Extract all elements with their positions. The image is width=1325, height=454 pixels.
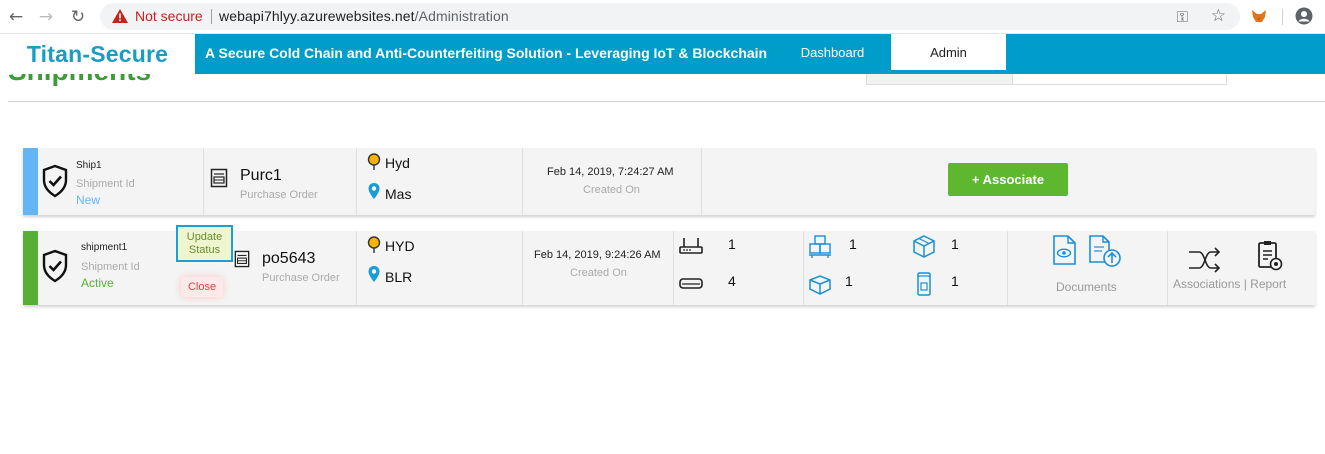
forward-arrow-icon[interactable]: → [35, 6, 57, 28]
status-badge: New [76, 193, 101, 207]
brand-logo[interactable]: Titan-Secure [0, 34, 195, 74]
profile-avatar-icon[interactable] [1295, 7, 1313, 25]
header-bar: A Secure Cold Chain and Anti-Counterfeit… [195, 34, 1325, 74]
report-icon[interactable] [1256, 240, 1284, 272]
tab-admin[interactable]: Admin [891, 34, 1006, 72]
url-text[interactable]: webapi7hlyy.azurewebsites.net/Administra… [219, 8, 509, 24]
device-count: 1 [951, 236, 959, 252]
cell-divider [522, 148, 523, 215]
package-open-icon [809, 275, 831, 295]
bookmark-star-icon[interactable]: ☆ [1211, 6, 1226, 26]
cell-divider [803, 231, 804, 305]
cell-divider [356, 148, 357, 215]
purchase-order-icon [210, 168, 228, 188]
associations-icon[interactable] [1187, 247, 1221, 273]
url-path: /Administration [414, 8, 509, 24]
shield-check-icon [42, 249, 68, 283]
shipment-card[interactable]: shipment1 Shipment Id Active Update Statu… [23, 225, 1315, 305]
destination-pin-icon [368, 266, 380, 282]
purchase-order-icon [234, 250, 250, 268]
shield-check-icon [42, 164, 68, 198]
destination-pin-icon [368, 183, 380, 199]
sensor-box-icon [679, 278, 703, 289]
shipment-card[interactable]: Ship1 Shipment Id New Purc1 Purchase Ord… [23, 148, 1315, 215]
back-arrow-icon[interactable]: ← [5, 6, 27, 28]
update-status-label: Update Status [187, 231, 222, 257]
title-divider [8, 101, 1325, 102]
created-date: Feb 14, 2019, 7:24:27 AM [547, 166, 674, 178]
upload-document-icon[interactable] [1087, 234, 1123, 268]
shipment-id-label: Shipment Id [76, 178, 135, 190]
shipment-name[interactable]: shipment1 [81, 242, 127, 253]
documents-label[interactable]: Documents [1056, 280, 1117, 294]
cell-divider [203, 148, 204, 215]
created-on-label: Created On [583, 184, 640, 196]
browser-toolbar: ← → ↻ Not secure webapi7hlyy.azurewebsit… [0, 0, 1325, 34]
origin-pin-icon [367, 153, 381, 170]
created-date: Feb 14, 2019, 9:24:26 AM [534, 249, 661, 261]
cell-divider [356, 231, 357, 305]
associations-report-label[interactable]: Associations | Report [1173, 277, 1286, 291]
purchase-order-label: Purchase Order [240, 189, 318, 201]
metamask-fox-icon[interactable] [1251, 8, 1267, 24]
device-count: 1 [845, 273, 853, 289]
origin-location: HYD [385, 238, 415, 254]
cell-divider [1167, 231, 1168, 305]
address-bar[interactable]: Not secure webapi7hlyy.azurewebsites.net… [100, 3, 1240, 30]
cell-divider [1007, 231, 1008, 305]
cell-divider [673, 231, 674, 305]
purchase-order-number: po5643 [262, 250, 316, 267]
update-status-button[interactable]: Update Status [176, 225, 233, 262]
tab-dashboard[interactable]: Dashboard [785, 34, 880, 70]
status-stripe [23, 231, 38, 305]
origin-pin-icon [367, 236, 381, 253]
shipment-id-label: Shipment Id [81, 261, 140, 273]
cell-divider [701, 148, 702, 215]
close-button[interactable]: Close [181, 277, 223, 297]
device-count: 1 [951, 273, 959, 289]
security-label: Not secure [135, 8, 203, 24]
status-badge: Active [81, 276, 114, 290]
status-stripe [23, 148, 38, 215]
url-separator [211, 9, 212, 24]
warning-icon [112, 9, 128, 23]
reload-icon[interactable]: ↻ [67, 6, 89, 28]
destination-location: BLR [385, 269, 413, 285]
view-document-icon[interactable] [1050, 234, 1078, 266]
key-icon[interactable]: ⚿ [1177, 8, 1188, 26]
associate-button[interactable]: + Associate [948, 163, 1068, 196]
cell-divider [522, 231, 523, 305]
app-tagline: A Secure Cold Chain and Anti-Counterfeit… [205, 45, 768, 61]
update-label-line1: Update [186, 230, 223, 243]
purchase-order-label: Purchase Order [262, 272, 340, 284]
cube-box-icon [913, 235, 935, 258]
device-count: 4 [728, 273, 736, 289]
pallet-boxes-icon [809, 235, 831, 258]
app-header: Titan-Secure A Secure Cold Chain and Ant… [0, 34, 1325, 74]
created-on-label: Created On [570, 267, 627, 279]
device-count: 1 [849, 236, 857, 252]
origin-location: Hyd [385, 155, 410, 171]
device-count: 1 [728, 236, 736, 252]
destination-location: Mas [385, 186, 412, 202]
toolbar-divider [1282, 9, 1283, 25]
gateway-router-icon [679, 238, 703, 254]
url-host: webapi7hlyy.azurewebsites.net [219, 8, 415, 24]
purchase-order-number: Purc1 [240, 167, 282, 184]
shipment-name[interactable]: Ship1 [76, 160, 102, 171]
update-label-line2: Status [188, 243, 221, 256]
mobile-tag-icon [917, 272, 931, 296]
